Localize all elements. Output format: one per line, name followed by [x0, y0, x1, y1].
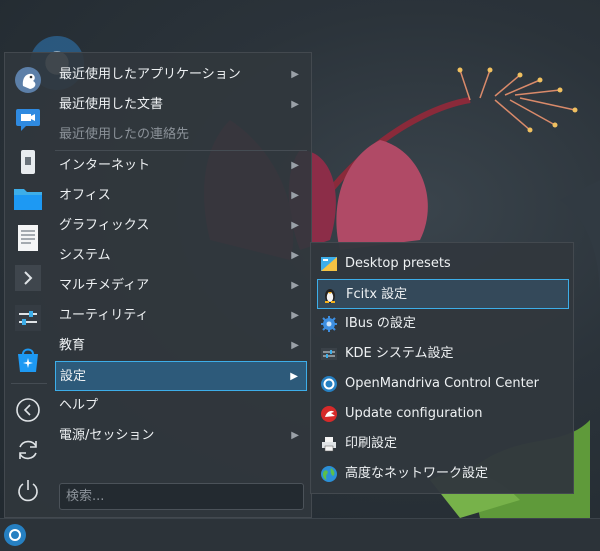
terminal-icon[interactable] — [13, 263, 43, 293]
chevron-right-icon: ▶ — [291, 69, 299, 80]
chevron-right-icon: ▶ — [291, 250, 299, 261]
chevron-right-icon: ▶ — [291, 99, 299, 110]
submenu-item-label: 高度なネットワーク設定 — [345, 466, 489, 481]
gear-icon — [321, 316, 337, 332]
category-list: 最近使用したアプリケーション ▶ 最近使用した文書 ▶ 最近使用したの連絡先 インタ… — [55, 60, 307, 451]
chevron-right-icon: ▶ — [290, 371, 298, 382]
chevron-right-icon: ▶ — [291, 220, 299, 231]
restart-icon[interactable] — [13, 435, 43, 465]
category-label: 最近使用したの連絡先 — [59, 127, 190, 142]
category-settings[interactable]: 設定 ▶ — [55, 361, 307, 391]
usb-drive-icon[interactable] — [13, 147, 43, 177]
submenu-item-label: KDE システム設定 — [345, 346, 454, 361]
category-power-session[interactable]: 電源/セッション ▶ — [55, 421, 307, 451]
user-avatar-icon[interactable] — [13, 65, 43, 95]
category-label: 最近使用したアプリケーション — [59, 67, 241, 82]
settings-submenu: Desktop presets Fcitx 設定 IBus の設定 KDE シス… — [310, 242, 574, 494]
chevron-right-icon: ▶ — [291, 340, 299, 351]
chevron-right-icon: ▶ — [291, 190, 299, 201]
category-multimedia[interactable]: マルチメディア ▶ — [55, 271, 307, 301]
category-graphics[interactable]: グラフィックス ▶ — [55, 211, 307, 241]
submenu-item-advanced-network-settings[interactable]: 高度なネットワーク設定 — [317, 459, 569, 489]
submenu-item-label: IBus の設定 — [345, 316, 416, 331]
openmandriva-icon — [9, 529, 21, 541]
category-label: ユーティリティ — [59, 308, 149, 323]
submenu-item-kde-system-settings[interactable]: KDE システム設定 — [317, 339, 569, 369]
shutdown-icon[interactable] — [13, 475, 43, 505]
favorites-column — [5, 53, 53, 517]
network-globe-icon — [321, 466, 337, 482]
category-label: ヘルプ — [59, 398, 99, 413]
category-label: オフィス — [59, 188, 111, 203]
chevron-right-icon: ▶ — [291, 160, 299, 171]
category-office[interactable]: オフィス ▶ — [55, 181, 307, 211]
category-utilities[interactable]: ユーティリティ ▶ — [55, 301, 307, 331]
submenu-item-label: Desktop presets — [345, 256, 451, 271]
software-store-icon[interactable] — [13, 345, 43, 375]
penguin-keyboard-icon — [325, 289, 335, 303]
printer-icon — [322, 437, 336, 452]
submenu-item-print-settings[interactable]: 印刷設定 — [317, 429, 569, 459]
category-help[interactable]: ヘルプ — [55, 391, 307, 421]
application-launcher-button[interactable] — [4, 524, 26, 546]
desktop-presets-icon — [321, 257, 337, 271]
submenu-item-update-configuration[interactable]: Update configuration — [317, 399, 569, 429]
chevron-right-icon: ▶ — [291, 430, 299, 441]
category-internet[interactable]: インターネット ▶ — [55, 151, 307, 181]
category-recent-contacts: 最近使用したの連絡先 — [55, 120, 307, 150]
folder-icon[interactable] — [13, 183, 43, 213]
submenu-item-desktop-presets[interactable]: Desktop presets — [317, 249, 569, 279]
search-input[interactable] — [59, 483, 304, 510]
application-launcher-menu: 最近使用したアプリケーション ▶ 最近使用した文書 ▶ 最近使用したの連絡先 インタ… — [4, 52, 312, 518]
category-system[interactable]: システム ▶ — [55, 241, 307, 271]
video-call-icon[interactable] — [13, 103, 43, 133]
category-education[interactable]: 教育 ▶ — [55, 331, 307, 361]
taskbar-panel — [0, 518, 600, 551]
update-config-icon — [321, 406, 337, 422]
submenu-item-label: OpenMandriva Control Center — [345, 376, 540, 391]
category-recent-apps[interactable]: 最近使用したアプリケーション ▶ — [55, 60, 307, 90]
chevron-right-icon: ▶ — [291, 310, 299, 321]
submenu-item-openmandriva-control-center[interactable]: OpenMandriva Control Center — [317, 369, 569, 399]
submenu-item-ibus-settings[interactable]: IBus の設定 — [317, 309, 569, 339]
category-label: グラフィックス — [59, 218, 150, 233]
logout-icon[interactable] — [13, 395, 43, 425]
submenu-item-label: Fcitx 設定 — [346, 287, 408, 302]
submenu-item-label: Update configuration — [345, 406, 483, 421]
submenu-item-label: 印刷設定 — [345, 436, 398, 451]
chevron-right-icon: ▶ — [291, 280, 299, 291]
text-document-icon[interactable] — [13, 223, 43, 253]
category-label: インターネット — [59, 158, 151, 173]
kde-settings-icon — [321, 348, 337, 360]
openmandriva-icon — [321, 376, 337, 392]
category-recent-documents[interactable]: 最近使用した文書 ▶ — [55, 90, 307, 120]
category-label: 最近使用した文書 — [59, 97, 164, 112]
category-label: 設定 — [60, 369, 87, 384]
category-label: マルチメディア — [59, 278, 150, 293]
submenu-item-fcitx-settings[interactable]: Fcitx 設定 — [317, 279, 569, 309]
category-label: システム — [59, 248, 111, 263]
category-label: 教育 — [59, 338, 86, 353]
category-label: 電源/セッション — [59, 428, 155, 443]
system-settings-icon[interactable] — [13, 303, 43, 333]
